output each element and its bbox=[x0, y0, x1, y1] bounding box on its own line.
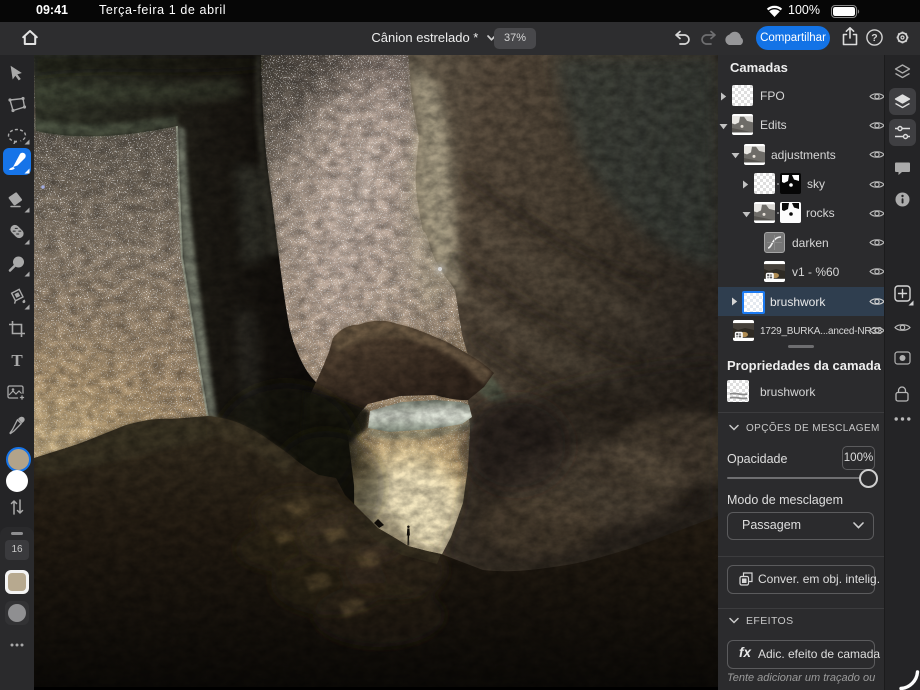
svg-text:?: ? bbox=[871, 32, 877, 44]
svg-text:T: T bbox=[11, 352, 23, 370]
